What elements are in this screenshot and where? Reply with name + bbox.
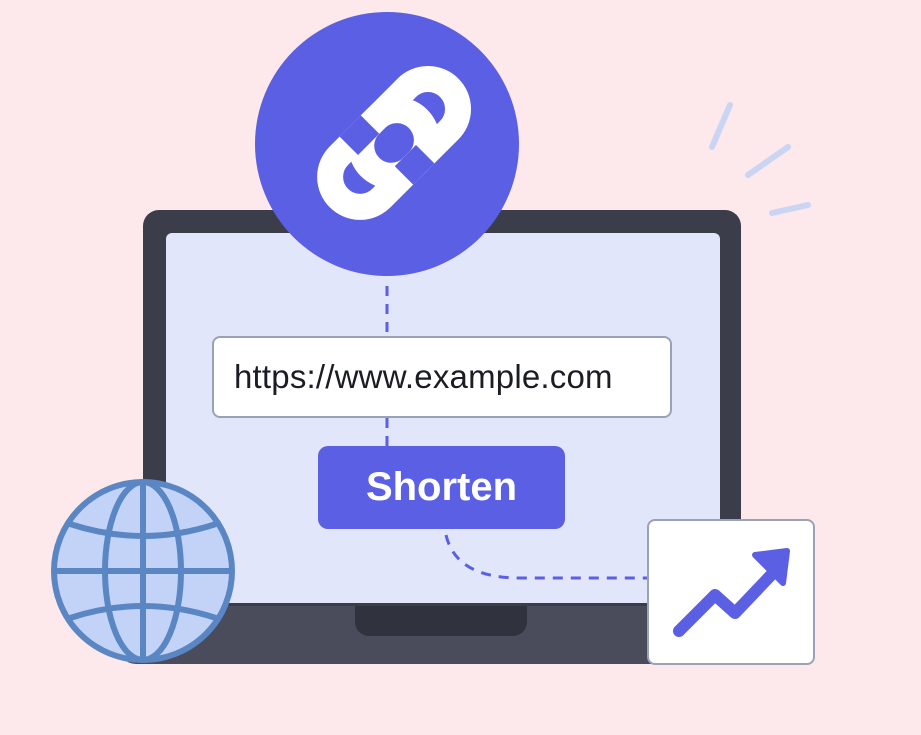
trending-up-icon [673,548,790,637]
url-input[interactable]: https://www.example.com [212,336,672,418]
link-icon [317,65,472,220]
illustration: https://www.example.com Shorten [0,0,921,735]
shorten-button[interactable]: Shorten [318,446,565,529]
url-input-value: https://www.example.com [234,358,613,395]
analytics-card [647,519,815,665]
link-badge [255,12,519,276]
shorten-button-label: Shorten [365,465,518,509]
globe-icon [51,479,235,663]
